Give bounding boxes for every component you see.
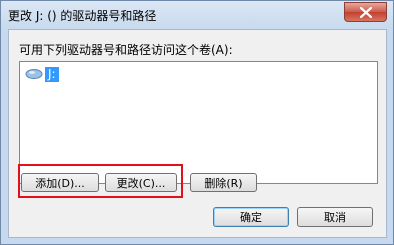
ok-button[interactable]: 确定 — [213, 207, 289, 227]
add-button[interactable]: 添加(D)... — [21, 173, 99, 192]
list-label: 可用下列驱动器号和路径访问这个卷(A): — [19, 43, 233, 57]
delete-button[interactable]: 删除(R) — [190, 173, 257, 192]
list-item[interactable]: J: — [25, 66, 59, 82]
list-item-label: J: — [45, 66, 59, 82]
close-icon — [359, 6, 372, 18]
window-title: 更改 J: () 的驱动器号和路径 — [8, 9, 157, 23]
title-bar[interactable]: 更改 J: () 的驱动器号和路径 — [1, 1, 393, 29]
change-button[interactable]: 更改(C)... — [105, 173, 177, 192]
dialog-window: 更改 J: () 的驱动器号和路径 可用下列驱动器号和路径访问这个卷(A): J… — [0, 0, 394, 245]
dialog-content: 可用下列驱动器号和路径访问这个卷(A): J: 添加(D)... 更改(C)..… — [8, 29, 387, 238]
cancel-button[interactable]: 取消 — [297, 207, 373, 227]
drive-icon — [25, 69, 43, 79]
close-button[interactable] — [344, 2, 387, 22]
